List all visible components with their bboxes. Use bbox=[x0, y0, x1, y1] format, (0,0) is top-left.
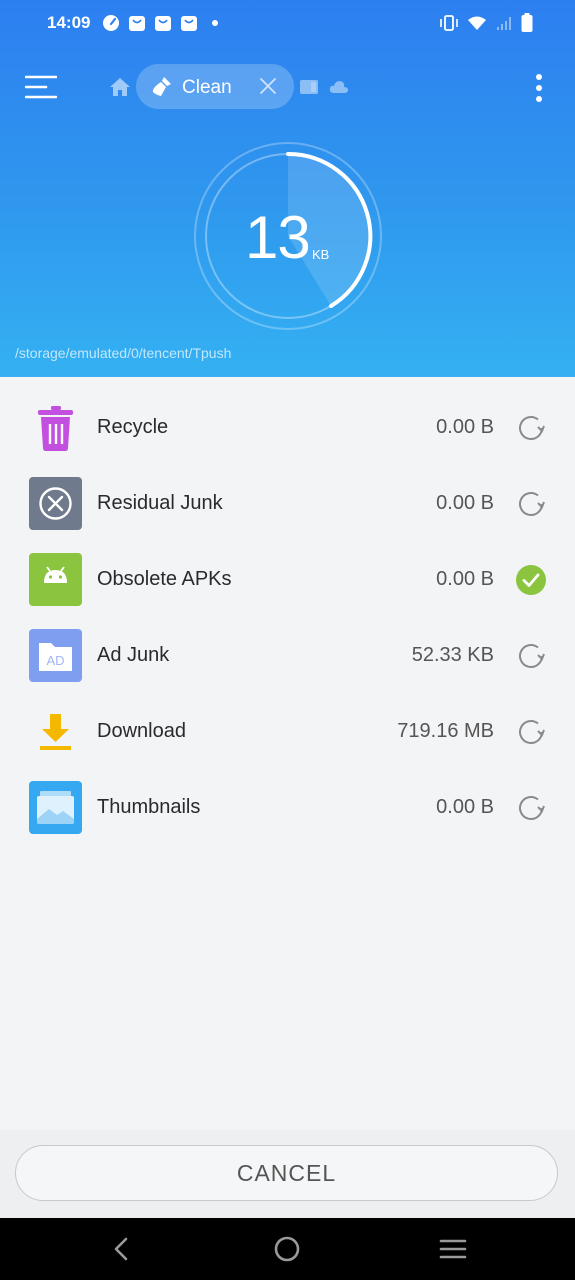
item-label: Recycle bbox=[97, 416, 169, 438]
tab-clean-label: Clean bbox=[182, 77, 232, 98]
scanning-spinner-icon bbox=[519, 720, 545, 744]
scan-path: /storage/emulated/0/tencent/Tpush bbox=[15, 345, 232, 361]
item-label: Ad Junk bbox=[97, 644, 170, 666]
ad-icon: AD bbox=[29, 629, 82, 682]
download-icon bbox=[40, 714, 71, 750]
dot-icon bbox=[212, 20, 218, 26]
system-nav-bar bbox=[0, 1218, 575, 1280]
scanning-spinner-icon bbox=[519, 644, 545, 668]
item-size: 719.16 MB bbox=[397, 720, 494, 742]
scanning-spinner-icon bbox=[519, 796, 545, 820]
battery-icon bbox=[521, 13, 533, 32]
header: 14:09 Clean 13 KB /storage/emulated/0/te… bbox=[0, 0, 575, 377]
scanning-spinner-icon bbox=[519, 416, 545, 440]
window-icon[interactable] bbox=[299, 78, 319, 96]
signal-icon bbox=[497, 17, 511, 30]
svg-text:AD: AD bbox=[46, 653, 64, 668]
footer: CANCEL bbox=[0, 1130, 575, 1218]
list-item[interactable]: Recycle 0.00 B bbox=[0, 389, 575, 465]
android-icon bbox=[29, 553, 82, 606]
bag-icon bbox=[181, 16, 197, 31]
speedometer-icon bbox=[103, 15, 119, 31]
list-item[interactable]: Obsolete APKs 0.00 B bbox=[0, 541, 575, 617]
wifi-icon bbox=[468, 16, 486, 30]
list-item[interactable]: Download 719.16 MB bbox=[0, 693, 575, 769]
menu-icon[interactable] bbox=[25, 74, 57, 100]
close-icon[interactable] bbox=[258, 76, 278, 96]
list-item[interactable]: AD Ad Junk 52.33 KB bbox=[0, 617, 575, 693]
back-icon[interactable] bbox=[106, 1233, 138, 1265]
item-label: Thumbnails bbox=[97, 796, 201, 818]
scanning-spinner-icon bbox=[519, 492, 545, 516]
check-done-icon bbox=[516, 565, 546, 595]
item-size: 52.33 KB bbox=[411, 644, 494, 666]
system-icons bbox=[439, 13, 533, 33]
item-size: 0.00 B bbox=[436, 568, 494, 590]
toolbar: Clean bbox=[0, 62, 575, 114]
item-size: 0.00 B bbox=[436, 492, 494, 514]
bag-icon bbox=[129, 16, 145, 31]
gauge-value: 13 bbox=[245, 204, 311, 271]
broom-icon bbox=[152, 77, 171, 96]
home-icon[interactable] bbox=[109, 76, 131, 98]
list-item[interactable]: Residual Junk 0.00 B bbox=[0, 465, 575, 541]
gauge-unit: KB bbox=[312, 247, 330, 262]
trash-icon bbox=[38, 406, 73, 451]
home-nav-icon[interactable] bbox=[271, 1233, 303, 1265]
item-label: Download bbox=[97, 720, 186, 742]
tab-clean[interactable]: Clean bbox=[136, 64, 294, 109]
item-size: 0.00 B bbox=[436, 416, 494, 438]
status-bar: 14:09 bbox=[0, 0, 575, 46]
junk-category-list: Recycle 0.00 B Residual Junk 0.00 B Obso… bbox=[0, 389, 575, 845]
item-label: Residual Junk bbox=[97, 492, 223, 514]
status-time: 14:09 bbox=[47, 13, 91, 32]
item-label: Obsolete APKs bbox=[97, 568, 232, 590]
recents-icon[interactable] bbox=[437, 1233, 469, 1265]
vibrate-icon bbox=[440, 15, 458, 31]
bag-icon bbox=[155, 16, 171, 31]
item-size: 0.00 B bbox=[436, 796, 494, 818]
cancel-button[interactable]: CANCEL bbox=[15, 1145, 558, 1201]
cloud-icon[interactable] bbox=[329, 78, 349, 96]
more-vert-icon[interactable] bbox=[527, 70, 551, 106]
image-icon bbox=[29, 781, 82, 834]
residual-x-icon bbox=[29, 477, 82, 530]
list-item[interactable]: Thumbnails 0.00 B bbox=[0, 769, 575, 845]
